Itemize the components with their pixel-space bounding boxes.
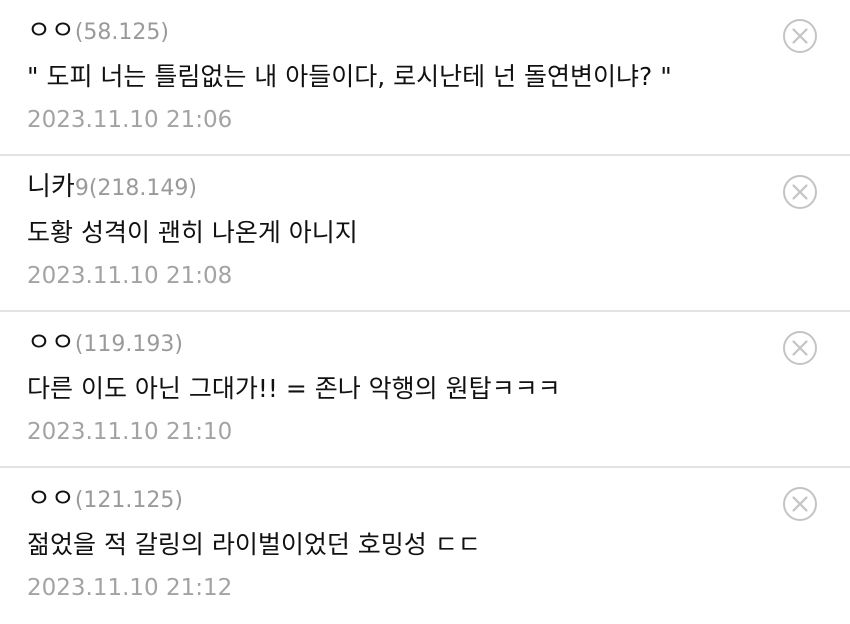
- comment-author: 니카9(218.149): [27, 170, 197, 204]
- delete-comment-button[interactable]: [782, 174, 818, 210]
- comment-nickname[interactable]: ㅇㅇ: [27, 484, 75, 514]
- comment-timestamp: 2023.11.10 21:06: [27, 107, 233, 133]
- circle-x-icon: [783, 19, 817, 53]
- circle-x-icon: [783, 487, 817, 521]
- comment-author: ㅇㅇ(58.125): [27, 14, 169, 48]
- comment-timestamp: 2023.11.10 21:12: [27, 575, 233, 601]
- comment-ip: (218.149): [88, 176, 197, 201]
- comment-author: ㅇㅇ(119.193): [27, 326, 183, 360]
- comment-item: ㅇㅇ(121.125) 젊었을 적 갈링의 라이벌이었던 호밍성 ㄷㄷ 2023…: [0, 468, 850, 624]
- comment-ip: (119.193): [74, 332, 183, 357]
- comment-text: 도황 성격이 괜히 나온게 아니지: [27, 218, 358, 247]
- comment-text: " 도피 너는 틀림없는 내 아들이다, 로시난테 넌 돌연변이냐? ": [27, 62, 672, 91]
- comment-nickname-suffix: 9: [74, 176, 89, 201]
- delete-comment-button[interactable]: [782, 486, 818, 522]
- comment-nickname[interactable]: ㅇㅇ: [27, 328, 75, 358]
- comment-author: ㅇㅇ(121.125): [27, 482, 183, 516]
- comment-nickname[interactable]: ㅇㅇ: [27, 16, 75, 46]
- comment-text: 다른 이도 아닌 그대가!! = 존나 악행의 원탑ㅋㅋㅋ: [27, 374, 561, 403]
- circle-x-icon: [783, 175, 817, 209]
- comment-item: 니카9(218.149) 도황 성격이 괜히 나온게 아니지 2023.11.1…: [0, 156, 850, 312]
- delete-comment-button[interactable]: [782, 18, 818, 54]
- comment-ip: (121.125): [74, 488, 183, 513]
- comment-item: ㅇㅇ(119.193) 다른 이도 아닌 그대가!! = 존나 악행의 원탑ㅋㅋ…: [0, 312, 850, 468]
- comment-timestamp: 2023.11.10 21:08: [27, 263, 233, 289]
- comment-text: 젊었을 적 갈링의 라이벌이었던 호밍성 ㄷㄷ: [27, 530, 481, 559]
- delete-comment-button[interactable]: [782, 330, 818, 366]
- comment-nickname[interactable]: 니카: [27, 172, 75, 202]
- comment-list: ㅇㅇ(58.125) " 도피 너는 틀림없는 내 아들이다, 로시난테 넌 돌…: [0, 0, 850, 617]
- comment-timestamp: 2023.11.10 21:10: [27, 419, 233, 445]
- comment-ip: (58.125): [74, 20, 169, 45]
- circle-x-icon: [783, 331, 817, 365]
- comment-item: ㅇㅇ(58.125) " 도피 너는 틀림없는 내 아들이다, 로시난테 넌 돌…: [0, 0, 850, 156]
